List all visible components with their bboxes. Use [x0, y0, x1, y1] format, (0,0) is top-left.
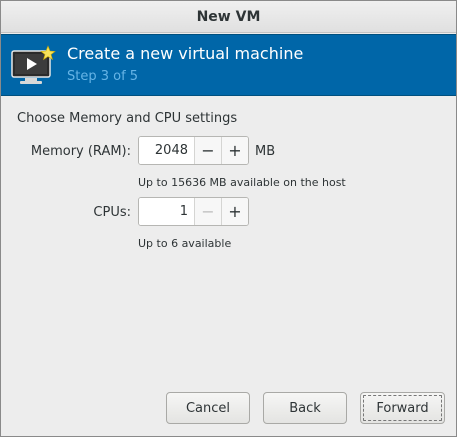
- memory-label: Memory (RAM):: [30, 144, 131, 159]
- plus-icon: +: [228, 202, 242, 221]
- minus-icon: −: [201, 141, 215, 160]
- cpus-increment-button[interactable]: +: [221, 198, 248, 225]
- memory-increment-button[interactable]: +: [221, 137, 248, 164]
- cancel-button[interactable]: Cancel: [166, 392, 250, 424]
- section-title: Choose Memory and CPU settings: [17, 111, 238, 126]
- memory-hint: Up to 15636 MB available on the host: [138, 176, 346, 189]
- memory-value[interactable]: 2048: [139, 137, 194, 164]
- minus-icon: −: [201, 202, 215, 221]
- wizard-step-indicator: Step 3 of 5: [67, 69, 139, 84]
- back-button[interactable]: Back: [263, 392, 347, 424]
- titlebar[interactable]: New VM: [1, 1, 456, 33]
- vm-monitor-star-icon: [11, 45, 56, 84]
- memory-spinbutton[interactable]: 2048 − +: [138, 136, 249, 165]
- window-title: New VM: [196, 8, 261, 25]
- forward-button[interactable]: Forward: [360, 392, 445, 424]
- wizard-banner: Create a new virtual machine Step 3 of 5: [1, 34, 456, 96]
- cpus-label: CPUs:: [93, 205, 131, 220]
- new-vm-dialog: New VM Create a new virtual machine Step…: [0, 0, 457, 437]
- cpus-hint: Up to 6 available: [138, 237, 232, 250]
- cpus-value[interactable]: 1: [139, 198, 194, 225]
- cpus-decrement-button[interactable]: −: [194, 198, 221, 225]
- memory-unit: MB: [255, 144, 276, 159]
- cpus-spinbutton[interactable]: 1 − +: [138, 197, 249, 226]
- plus-icon: +: [228, 141, 242, 160]
- wizard-header: Create a new virtual machine: [67, 44, 304, 63]
- memory-decrement-button[interactable]: −: [194, 137, 221, 164]
